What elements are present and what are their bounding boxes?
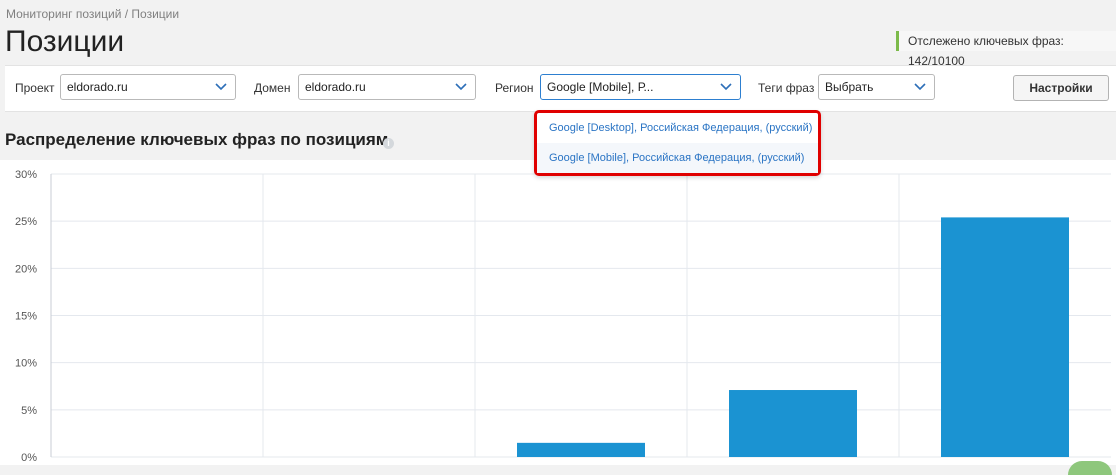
bar (941, 217, 1069, 457)
y-tick-label: 20% (15, 263, 37, 275)
section-title: Распределение ключевых фраз по позициям (5, 130, 389, 149)
region-dropdown: Google [Desktop], Российская Федерация, … (534, 110, 821, 176)
chevron-down-icon (215, 83, 227, 91)
tags-select[interactable]: Выбрать (818, 74, 935, 100)
region-label: Регион (495, 81, 534, 95)
tracked-keywords-counter: Отслежено ключевых фраз: 142/10100 (896, 31, 1116, 68)
y-tick-label: 10% (15, 358, 37, 370)
chevron-down-icon (720, 83, 732, 91)
filter-bar: Проект eldorado.ru Домен eldorado.ru Рег… (5, 65, 1116, 112)
region-option-desktop[interactable]: Google [Desktop], Российская Федерация, … (537, 113, 818, 143)
project-select-value: eldorado.ru (67, 80, 128, 94)
page-title: Позиции (5, 25, 125, 58)
positions-chart: 0% 5% 10% 15% 20% 25% 30% (0, 160, 1116, 465)
domain-label: Домен (254, 81, 291, 95)
domain-select[interactable]: eldorado.ru (298, 74, 476, 100)
y-tick-label: 5% (21, 405, 37, 417)
chevron-down-icon (914, 83, 926, 91)
tags-label: Теги фраз (758, 81, 815, 95)
tags-select-value: Выбрать (825, 80, 874, 94)
info-icon[interactable]: i (383, 138, 394, 149)
y-tick-label: 25% (15, 216, 37, 228)
chart-svg: 0% 5% 10% 15% 20% 25% 30% (15, 169, 1111, 464)
bar (517, 442, 645, 457)
y-tick-label: 15% (15, 311, 37, 323)
project-label: Проект (15, 81, 55, 95)
project-select[interactable]: eldorado.ru (60, 74, 236, 100)
bar (729, 390, 857, 457)
region-option-mobile[interactable]: Google [Mobile], Российская Федерация, (… (537, 143, 818, 173)
region-select[interactable]: Google [Mobile], Р... (540, 74, 741, 100)
domain-select-value: eldorado.ru (305, 80, 366, 94)
y-tick-label: 0% (21, 452, 37, 464)
help-badge[interactable] (1068, 461, 1112, 475)
breadcrumb[interactable]: Мониторинг позиций / Позиции (6, 7, 179, 21)
settings-button[interactable]: Настройки (1013, 75, 1109, 101)
y-tick-label: 30% (15, 169, 37, 181)
region-select-value: Google [Mobile], Р... (547, 80, 654, 94)
chevron-down-icon (455, 83, 467, 91)
